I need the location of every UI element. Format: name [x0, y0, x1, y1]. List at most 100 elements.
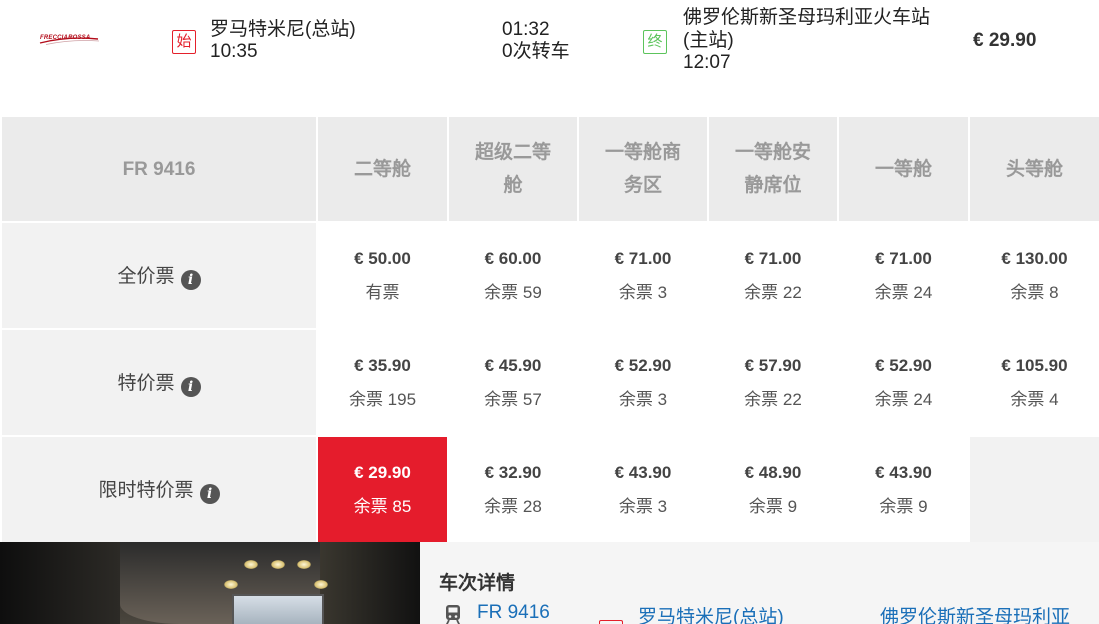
fare-price: € 71.00 [744, 248, 802, 268]
fare-cell[interactable]: € 32.90 余票 28 [447, 435, 579, 544]
info-icon[interactable]: i [199, 484, 220, 504]
info-icon[interactable]: i [180, 270, 201, 290]
train-details-panel: 车次详情 FR 9416 罗马特米尼(总站) 佛罗伦斯新圣母玛利亚 [420, 542, 1099, 624]
fare-price: € 71.00 [614, 248, 672, 268]
seats-left: 余票 22 [744, 389, 802, 409]
fare-price: € 130.00 [1001, 248, 1068, 268]
origin-station: 罗马特米尼(总站) [210, 19, 356, 40]
seats-left: 余票 9 [879, 496, 928, 516]
class-header-line: 头等舱 [1005, 158, 1063, 180]
end-badge: 终 [643, 30, 667, 54]
fare-row: 限时特价票 i € 29.90 余票 85 € 32.90 余票 28 € 43.90… [0, 435, 1099, 544]
fare-type-text: 特价票 [117, 373, 175, 394]
fare-cell[interactable]: € 52.90 余票 24 [837, 328, 970, 437]
fare-price: € 105.90 [1001, 355, 1068, 375]
transfers: 0次转车 [502, 41, 570, 62]
fare-price: € 35.90 [354, 355, 411, 375]
fare-cell[interactable]: € 71.00 余票 24 [837, 221, 970, 330]
seats-left: 余票 22 [744, 282, 802, 302]
train-interior-photo [0, 542, 420, 624]
fare-type-label: 特价票 i [0, 328, 318, 437]
seats-left: 余票 24 [874, 282, 933, 302]
fare-price: € 32.90 [484, 462, 542, 482]
fare-price: € 50.00 [354, 248, 411, 268]
fare-cell[interactable]: € 35.90 余票 195 [316, 328, 449, 437]
seats-left: 有票 [365, 282, 400, 302]
class-header: 超级二等舱 [447, 115, 579, 223]
class-header-line: 一等舱 [874, 158, 932, 180]
fare-type-label: 限时特价票 i [0, 435, 318, 544]
journey-summary[interactable]: FRECCIAROSSA 始 罗马特米尼(总站) 10:35 01:32 0次转… [0, 0, 1099, 115]
class-header: 一等舱 [837, 115, 970, 223]
fare-price: € 52.90 [614, 355, 672, 375]
fare-price: € 52.90 [875, 355, 932, 375]
fare-cell-empty [968, 435, 1099, 544]
origin-station-link[interactable]: 罗马特米尼(总站) [638, 602, 784, 624]
seats-left: 余票 57 [484, 389, 542, 409]
fare-cell[interactable]: € 52.90 余票 3 [577, 328, 709, 437]
fare-type-text: 限时特价票 [98, 480, 194, 501]
train-number-link[interactable]: FR 9416 [477, 602, 550, 624]
logo-text: FRECCIAROSSA [40, 35, 91, 41]
class-header: 一等舱安 静席位 [707, 115, 839, 223]
fare-row: 全价票 i € 50.00 有票 € 60.00 余票 59 € 71.00 余票 3 … [0, 221, 1099, 330]
seats-left: 余票 3 [618, 496, 668, 516]
class-header: 二等舱 [316, 115, 449, 223]
seats-left: 余票 3 [618, 389, 668, 409]
fare-cell[interactable]: € 60.00 余票 59 [447, 221, 579, 330]
fare-cell[interactable]: € 130.00 余票 8 [968, 221, 1099, 330]
duration: 01:32 [502, 19, 550, 40]
class-header: 头等舱 [968, 115, 1099, 223]
fare-cell[interactable]: € 48.90 余票 9 [707, 435, 839, 544]
fare-cell[interactable]: € 71.00 余票 22 [707, 221, 839, 330]
seats-left: 余票 9 [748, 496, 798, 516]
fare-table: FR 9416 二等舱 超级二等舱 一等舱商 务区 一等舱安静席位 一等舱 头等舱… [0, 115, 1099, 544]
fare-price: € 48.90 [744, 462, 802, 482]
fare-cell[interactable]: € 43.90 余票 9 [837, 435, 970, 544]
fare-cell[interactable]: € 71.00 余票 3 [577, 221, 709, 330]
photo-wall-left [0, 542, 120, 624]
fare-cell[interactable]: € 43.90 余票 3 [577, 435, 709, 544]
info-screen [232, 594, 324, 624]
dest-station-line1: 佛罗伦斯新圣母玛利亚火车站 [683, 7, 931, 28]
info-icon[interactable]: i [180, 377, 201, 397]
seats-left: 余票 4 [1010, 389, 1059, 409]
fare-price: € 43.90 [614, 462, 672, 482]
seats-left: 余票 3 [618, 282, 668, 302]
seats-left: 余票 8 [1010, 282, 1059, 302]
fare-price: € 57.90 [744, 355, 802, 375]
fare-price: € 60.00 [484, 248, 542, 268]
fare-cell[interactable]: € 45.90 余票 57 [447, 328, 579, 437]
fare-cell[interactable]: € 57.90 余票 22 [707, 328, 839, 437]
seats-left: 余票 28 [484, 496, 542, 516]
fare-cell[interactable]: € 105.90 余票 4 [968, 328, 1099, 437]
ceiling-lamp [244, 560, 258, 569]
seats-left: 余票 24 [874, 389, 933, 409]
train-icon [445, 605, 461, 624]
class-header: 一等舱商 务区 [577, 115, 709, 223]
fare-cell-selected[interactable]: € 29.90 余票 85 [316, 435, 449, 544]
seats-left: 余票 85 [353, 496, 412, 516]
seats-left: 余票 195 [348, 389, 417, 409]
fare-row: 特价票 i € 35.90 余票 195 € 45.90 余票 57 € 52.90 余… [0, 328, 1099, 437]
dest-station-line2: (主站) [683, 30, 734, 51]
fare-price: € 71.00 [875, 248, 932, 268]
seats-left: 余票 59 [484, 282, 542, 302]
class-header-line: 静席位 [744, 175, 802, 196]
dest-station-link[interactable]: 佛罗伦斯新圣母玛利亚 [880, 602, 1070, 624]
fare-type-label: 全价票 i [0, 221, 318, 330]
depart-time: 10:35 [210, 41, 258, 62]
arrive-time: 12:07 [683, 52, 731, 73]
frecciarossa-logo: FRECCIAROSSA [38, 32, 100, 46]
fare-price: € 29.90 [354, 462, 411, 482]
class-header-line: 超级二等 [474, 142, 551, 163]
ceiling-lamp [314, 580, 328, 589]
class-header-line: 舱 [503, 175, 523, 196]
fare-price: € 43.90 [875, 462, 932, 482]
class-header-line: 一等舱安 [734, 142, 811, 163]
class-header-line: 一等舱商 [604, 142, 681, 163]
fare-cell[interactable]: € 50.00 有票 [316, 221, 449, 330]
train-number: FR 9416 [0, 115, 318, 223]
summary-price: € 29.90 [973, 30, 1037, 51]
ceiling-lamp [224, 580, 238, 589]
